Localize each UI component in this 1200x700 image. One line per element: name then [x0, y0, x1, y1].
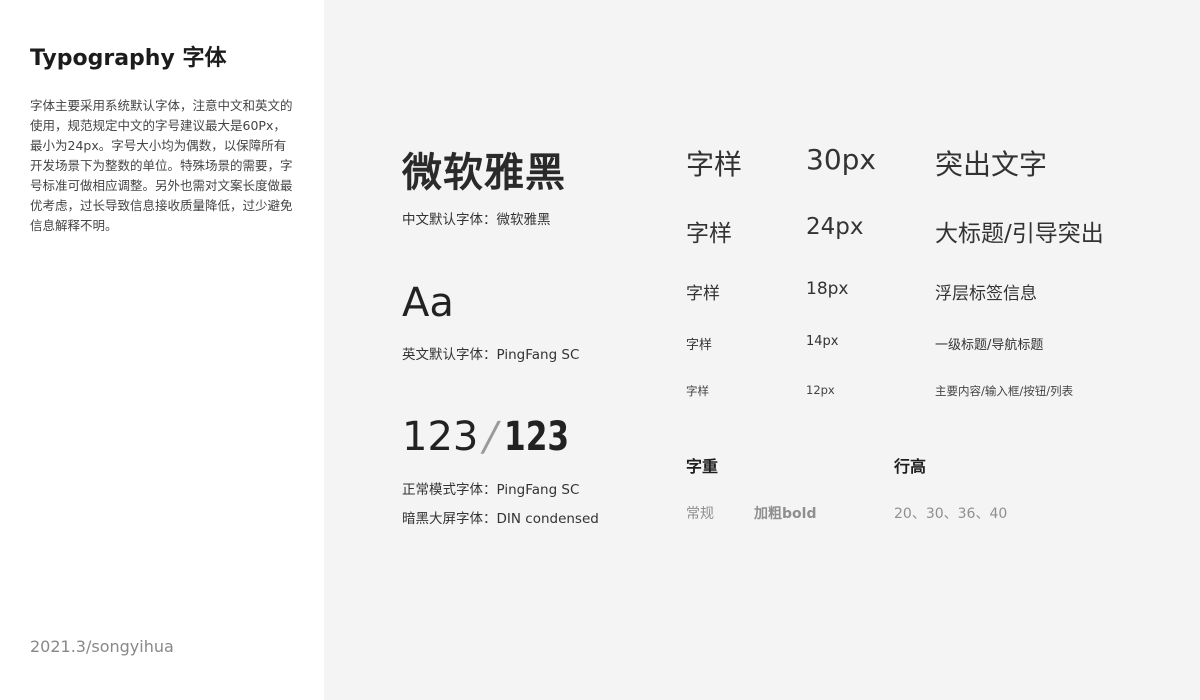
description-text: 字体主要采用系统默认字体，注意中文和英文的使用，规范规定中文的字号建议最大是60…	[30, 98, 293, 233]
typography-panel: 微软雅黑 中文默认字体：微软雅黑 Aa 英文默认字体：PingFang SC 1…	[324, 0, 1200, 700]
size-value: 18px	[806, 279, 849, 299]
size-sample: 字样	[686, 384, 709, 398]
number-condensed-sample: 123	[503, 414, 569, 460]
size-value: 30px	[806, 143, 876, 176]
size-usage: 突出文字	[935, 148, 1048, 181]
chinese-font-caption: 中文默认字体：微软雅黑	[402, 212, 551, 228]
weight-regular: 常规	[686, 506, 714, 522]
size-usage: 浮层标签信息	[935, 284, 1037, 304]
size-sample: 字样	[686, 221, 732, 247]
size-sample: 字样	[686, 284, 720, 304]
number-caption-normal: 正常模式字体：PingFang SC	[402, 482, 580, 498]
size-sample: 字样	[686, 148, 743, 181]
size-sample: 字样	[686, 338, 713, 353]
size-row-12: 字样 12px 主要内容/输入框/按钮/列表	[686, 383, 1186, 423]
number-sample-slash: /	[479, 414, 503, 460]
weight-bold: 加粗bold	[754, 506, 817, 522]
footer-credit: 2021.3/songyihua	[30, 637, 174, 656]
line-height-values: 20、30、36、40	[894, 506, 1008, 522]
size-usage: 大标题/引导突出	[935, 221, 1104, 247]
line-height-heading: 行高	[894, 457, 927, 476]
sidebar: Typography 字体 字体主要采用系统默认字体，注意中文和英文的使用，规范…	[0, 0, 324, 700]
size-usage: 主要内容/输入框/按钮/列表	[935, 384, 1074, 398]
size-row-18: 字样 18px 浮层标签信息	[686, 279, 1186, 319]
number-regular-sample: 123	[402, 414, 479, 460]
size-row-30: 字样 30px 突出文字	[686, 143, 1186, 183]
english-font-sample: Aa	[402, 280, 454, 326]
size-usage: 一级标题/导航标题	[935, 338, 1044, 353]
size-row-14: 字样 14px 一级标题/导航标题	[686, 334, 1186, 374]
number-font-sample: 123 / 123	[402, 414, 587, 460]
page-title: Typography 字体	[30, 46, 227, 71]
number-caption-dark: 暗黑大屏字体：DIN condensed	[402, 511, 599, 527]
english-font-caption: 英文默认字体：PingFang SC	[402, 347, 580, 363]
size-value: 12px	[806, 383, 835, 397]
size-row-24: 字样 24px 大标题/引导突出	[686, 214, 1186, 254]
font-weight-heading: 字重	[686, 457, 719, 476]
chinese-font-sample: 微软雅黑	[402, 150, 566, 196]
size-value: 24px	[806, 214, 864, 240]
size-value: 14px	[806, 334, 839, 349]
